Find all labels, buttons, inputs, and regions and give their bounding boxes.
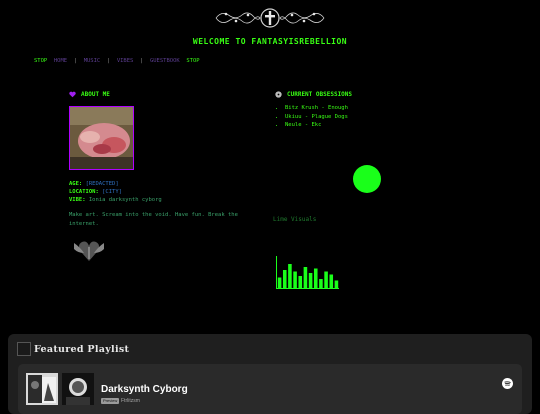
playlist-cover[interactable] — [26, 373, 58, 405]
nav-bracket-left: STOP — [34, 58, 48, 64]
location-value: [CITY] — [102, 189, 122, 195]
age-label: AGE: — [69, 181, 83, 187]
nav-separator: | — [140, 58, 144, 64]
nav-link-music[interactable]: MUSIC — [84, 58, 101, 64]
equalizer-bar — [293, 271, 297, 288]
vibe-row: VIBE: Ionia darksynth cyborg — [69, 196, 162, 204]
list-item: Bitz Krush - Enough — [285, 104, 348, 113]
list-item: Neule - Ekc — [285, 121, 348, 130]
list-item: Ukiuu - Plague Dogs — [285, 113, 348, 122]
equalizer-bars — [277, 264, 339, 288]
playlist-owner[interactable]: Ftrlitzsm — [121, 398, 140, 404]
gothic-cross-banner — [0, 6, 540, 30]
equalizer-bar — [334, 280, 339, 288]
about-info: AGE: [REDACTED] LOCATION: [CITY] VIBE: I… — [69, 180, 162, 204]
equalizer-bar — [277, 277, 282, 288]
purple-heart-icon — [69, 91, 76, 98]
obsessions-list: Bitz Krush - Enough Ukiuu - Plague Dogs … — [275, 104, 348, 130]
bio-text: Make art. Scream into the void. Have fun… — [69, 212, 238, 227]
featured-playlist-title: Featured Playlist — [34, 344, 130, 355]
preview-badge: Preview — [101, 398, 120, 404]
equalizer-bar — [303, 267, 308, 288]
obsessions-title: CURRENT OBSESSIONS — [287, 91, 353, 98]
nav-link-vibes[interactable]: VIBES — [117, 58, 134, 64]
equalizer-visualizer — [276, 256, 339, 289]
profile-picture-frame — [69, 106, 134, 170]
nav-bar: STOP HOME | MUSIC | VIBES | GUESTBOOK ST… — [34, 58, 200, 64]
equalizer-bar — [298, 276, 303, 288]
equalizer-bar — [313, 268, 318, 288]
obsessions-heading: CURRENT OBSESSIONS — [275, 91, 352, 98]
equalizer-bar — [308, 273, 313, 288]
playlist-name[interactable]: Darksynth Cyborg — [101, 384, 188, 395]
age-value: [REDACTED] — [85, 181, 119, 187]
equalizer-bar — [288, 264, 292, 288]
spotify-image-placeholder — [17, 342, 31, 356]
equalizer-bar — [319, 279, 323, 288]
about-title: ABOUT ME — [81, 91, 110, 98]
visuals-caption: Lime Visuals — [273, 216, 317, 223]
about-heading: ABOUT ME — [69, 91, 110, 98]
nav-bracket-right: STOP — [186, 58, 200, 64]
equalizer-bar — [282, 270, 287, 288]
vibe-value: Ionia darksynth cyborg — [88, 197, 162, 203]
nav-separator: | — [73, 58, 78, 64]
winged-heart-icon — [72, 237, 106, 269]
vibe-label: VIBE: — [69, 197, 86, 203]
location-row: LOCATION: [CITY] — [69, 188, 162, 196]
nav-separator: | — [106, 58, 111, 64]
spotify-icon[interactable] — [502, 374, 513, 389]
playlist-cover-secondary — [62, 373, 94, 405]
location-label: LOCATION: — [69, 189, 99, 195]
welcome-heading: WELCOME TO FANTASYISREBELLION — [192, 37, 348, 46]
equalizer-bar — [324, 271, 328, 288]
profile-picture — [70, 107, 133, 169]
age-row: AGE: [REDACTED] — [69, 180, 162, 188]
equalizer-bar — [329, 274, 334, 288]
disc-icon — [275, 91, 282, 98]
nav-link-home[interactable]: HOME — [54, 58, 67, 64]
nav-link-guestbook[interactable]: GUESTBOOK — [150, 58, 180, 64]
green-orb — [353, 165, 381, 193]
